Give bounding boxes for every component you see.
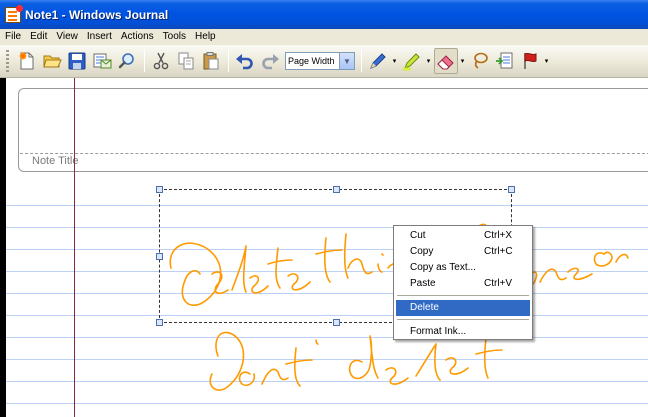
chevron-down-icon[interactable]: ▼ bbox=[339, 53, 354, 69]
context-copy-as-text-label: Copy as Text... bbox=[410, 262, 476, 273]
context-format-ink[interactable]: Format Ink... bbox=[396, 324, 530, 340]
undo-icon[interactable] bbox=[233, 48, 257, 74]
resize-handle-top-center[interactable] bbox=[333, 186, 340, 193]
highlighter-dropdown-icon[interactable]: ▾ bbox=[425, 48, 432, 74]
menu-actions[interactable]: Actions bbox=[117, 29, 159, 45]
context-copy-label: Copy bbox=[410, 246, 434, 257]
menu-help[interactable]: Help bbox=[191, 29, 221, 45]
standard-toolbar: Page Width ▼ ▾ ▾ ▾ ▾ bbox=[0, 45, 648, 78]
zoom-value: Page Width bbox=[288, 56, 335, 66]
insert-space-icon[interactable] bbox=[493, 48, 517, 74]
context-separator bbox=[397, 295, 529, 296]
context-copy[interactable]: Copy Ctrl+C bbox=[396, 244, 530, 260]
window-title: Note1 - Windows Journal bbox=[25, 7, 169, 22]
context-copy-as-text[interactable]: Copy as Text... bbox=[396, 260, 530, 276]
context-copy-shortcut: Ctrl+C bbox=[484, 246, 513, 257]
menu-tools[interactable]: Tools bbox=[159, 29, 191, 45]
context-paste-label: Paste bbox=[410, 278, 436, 289]
highlighter-icon[interactable] bbox=[400, 48, 424, 74]
context-cut-label: Cut bbox=[410, 230, 426, 241]
eraser-dropdown-icon[interactable]: ▾ bbox=[459, 48, 466, 74]
paste-icon[interactable] bbox=[199, 48, 223, 74]
note-title-area[interactable] bbox=[18, 88, 648, 172]
resize-handle-bottom-left[interactable] bbox=[156, 319, 163, 326]
menu-file[interactable]: File bbox=[1, 29, 26, 45]
journal-window: Note1 - Windows Journal File Edit View I… bbox=[0, 0, 648, 417]
open-folder-icon[interactable] bbox=[40, 48, 64, 74]
context-paste-shortcut: Ctrl+V bbox=[484, 278, 513, 289]
title-underline bbox=[20, 153, 648, 154]
pen-dropdown-icon[interactable]: ▾ bbox=[391, 48, 398, 74]
resize-handle-bottom-center[interactable] bbox=[333, 319, 340, 326]
resize-handle-top-left[interactable] bbox=[156, 186, 163, 193]
title-bar[interactable]: Note1 - Windows Journal bbox=[0, 0, 648, 29]
context-delete-label: Delete bbox=[410, 302, 439, 313]
context-cut-shortcut: Ctrl+X bbox=[484, 230, 513, 241]
menu-insert[interactable]: Insert bbox=[83, 29, 117, 45]
pen-icon[interactable] bbox=[366, 48, 390, 74]
menu-view[interactable]: View bbox=[52, 29, 83, 45]
context-paste[interactable]: Paste Ctrl+V bbox=[396, 276, 530, 292]
redo-icon[interactable] bbox=[258, 48, 282, 74]
resize-handle-top-right[interactable] bbox=[508, 186, 515, 193]
ink-context-menu: Cut Ctrl+X Copy Ctrl+C Copy as Text... P… bbox=[393, 225, 533, 340]
margin-line bbox=[74, 78, 75, 417]
menu-bar: File Edit View Insert Actions Tools Help bbox=[0, 29, 648, 45]
zoom-select[interactable]: Page Width ▼ bbox=[285, 52, 355, 70]
context-delete[interactable]: Delete bbox=[396, 300, 530, 316]
toolbar-separator bbox=[361, 50, 362, 72]
toolbar-separator bbox=[228, 50, 229, 72]
note-title-label: Note Title bbox=[32, 155, 79, 167]
cut-icon[interactable] bbox=[149, 48, 173, 74]
flag-icon[interactable] bbox=[518, 48, 542, 74]
send-mail-icon[interactable] bbox=[90, 48, 114, 74]
context-format-ink-label: Format Ink... bbox=[410, 326, 467, 337]
context-separator bbox=[397, 319, 529, 320]
lasso-icon[interactable] bbox=[468, 48, 492, 74]
copy-icon[interactable] bbox=[174, 48, 198, 74]
eraser-icon[interactable] bbox=[434, 48, 458, 74]
find-icon[interactable] bbox=[115, 48, 139, 74]
context-cut[interactable]: Cut Ctrl+X bbox=[396, 228, 530, 244]
toolbar-grip[interactable] bbox=[6, 50, 9, 72]
note-page[interactable]: Note Title bbox=[6, 78, 648, 417]
new-note-icon[interactable] bbox=[15, 48, 39, 74]
resize-handle-middle-left[interactable] bbox=[156, 253, 163, 260]
journal-app-icon[interactable] bbox=[5, 4, 23, 23]
toolbar-separator bbox=[144, 50, 145, 72]
flag-dropdown-icon[interactable]: ▾ bbox=[543, 48, 550, 74]
menu-edit[interactable]: Edit bbox=[26, 29, 52, 45]
save-disk-icon[interactable] bbox=[65, 48, 89, 74]
